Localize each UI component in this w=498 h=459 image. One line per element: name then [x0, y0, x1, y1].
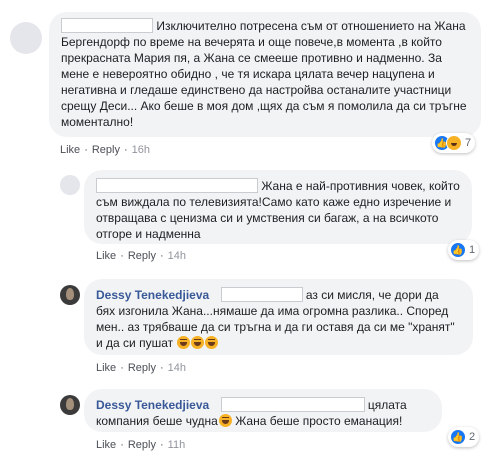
like-link[interactable]: Like — [60, 144, 80, 156]
like-icon: 👍 — [450, 242, 466, 258]
comment-actions: Like · Reply · 16h — [60, 144, 151, 156]
reactions-summary[interactable]: 👍 2 — [448, 427, 480, 447]
laughing-emoji — [191, 336, 205, 349]
avatar[interactable] — [60, 175, 80, 195]
redacted-name — [96, 178, 258, 193]
comment-author[interactable]: Dessy Tenekedjieva — [96, 398, 209, 412]
laughing-emoji — [218, 414, 232, 427]
timestamp[interactable]: 14h — [168, 362, 186, 374]
reactions-summary[interactable]: 👍 1 — [448, 240, 480, 260]
laughing-emoji — [205, 336, 219, 349]
timestamp[interactable]: 16h — [132, 144, 150, 156]
comment-actions: Like · Reply · 11h — [96, 439, 186, 451]
like-link[interactable]: Like — [96, 362, 116, 374]
avatar[interactable] — [10, 22, 42, 54]
reaction-count: 7 — [465, 137, 472, 149]
comment-actions: Like · Reply · 14h — [96, 362, 187, 374]
reply-link[interactable]: Reply — [128, 362, 156, 374]
reply-link[interactable]: Reply — [128, 439, 156, 451]
avatar[interactable] — [60, 285, 80, 305]
comment-bubble: Dessy Tenekedjieva цялата компания беше … — [84, 389, 442, 432]
timestamp[interactable]: 11h — [168, 439, 186, 451]
comment-bubble: Изключително потресена съм от отношениет… — [49, 12, 481, 137]
comment-bubble: Жана е най-противния човек, който съм ви… — [84, 170, 472, 244]
like-icon: 👍 — [450, 429, 466, 445]
reactions-summary[interactable]: 👍 7 — [432, 133, 476, 153]
reaction-count: 1 — [469, 244, 476, 256]
avatar[interactable] — [60, 395, 80, 415]
redacted-name — [61, 18, 153, 33]
redacted-name — [220, 397, 365, 412]
redacted-name — [220, 287, 303, 302]
laughing-emoji — [177, 336, 191, 349]
comment-author[interactable]: Dessy Tenekedjieva — [96, 288, 209, 302]
comment-bubble: Dessy Tenekedjieva аз си мисля, че дори … — [84, 279, 473, 355]
comment-actions: Like · Reply · 14h — [96, 250, 187, 262]
timestamp[interactable]: 14h — [168, 250, 186, 262]
like-link[interactable]: Like — [96, 439, 116, 451]
reply-link[interactable]: Reply — [128, 250, 156, 262]
haha-icon — [446, 135, 462, 151]
reaction-count: 2 — [469, 431, 476, 443]
comment-text: Изключително потресена съм от отношениет… — [61, 19, 467, 129]
comment-text: Жана беше просто еманация! — [231, 414, 403, 428]
like-link[interactable]: Like — [96, 250, 116, 262]
reply-link[interactable]: Reply — [92, 144, 120, 156]
